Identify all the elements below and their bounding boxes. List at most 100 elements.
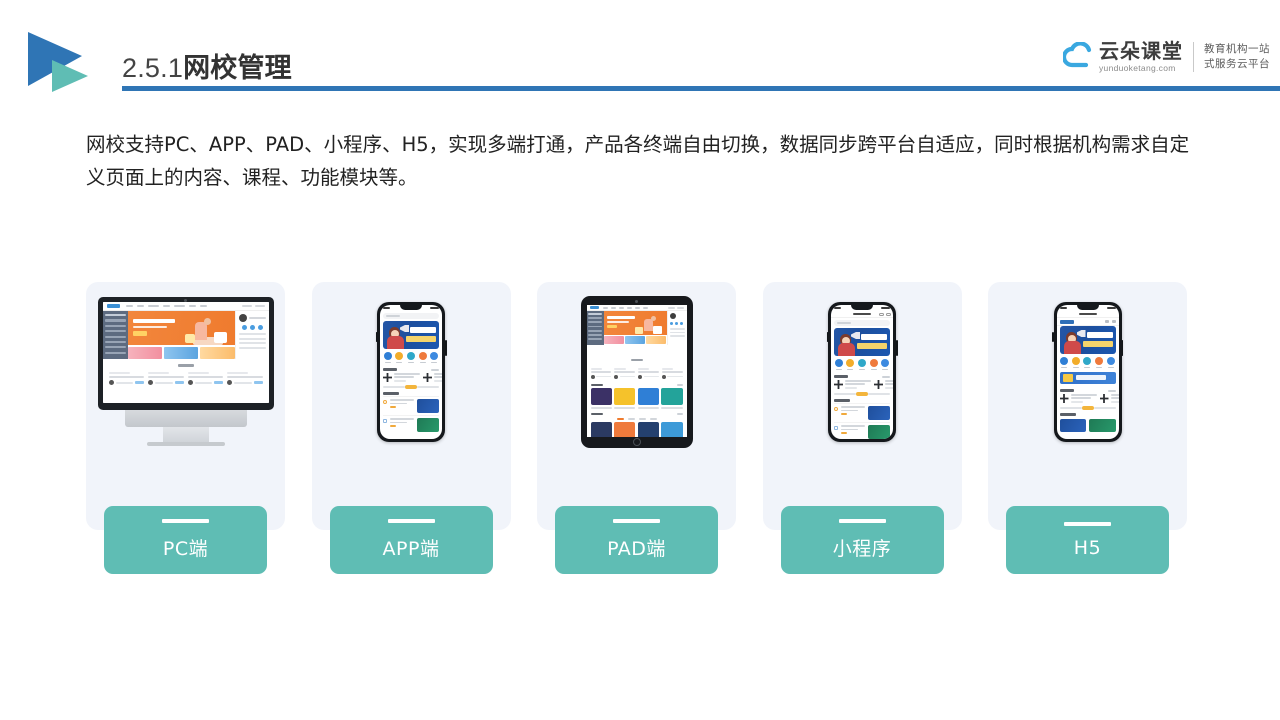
course-card xyxy=(1089,419,1116,433)
device-phone-preview xyxy=(763,282,962,462)
brand-tagline-line2: 式服务云平台 xyxy=(1204,58,1270,70)
imac-chin xyxy=(124,410,247,427)
phone-screen xyxy=(380,305,442,439)
quick-entry-icon xyxy=(869,359,878,370)
site-logo-icon xyxy=(106,304,120,308)
site-header-actions xyxy=(241,304,265,308)
gift-icon xyxy=(1062,374,1073,382)
banner-title-line2 xyxy=(1082,341,1113,347)
quick-entry-icon xyxy=(1095,357,1104,368)
quick-entry-icon-row xyxy=(831,356,893,372)
browser-page-title xyxy=(1078,312,1097,316)
course-item xyxy=(227,372,263,385)
platform-card-pad[interactable]: PAD端 xyxy=(537,282,736,574)
site-header-actions xyxy=(667,306,684,309)
site-main xyxy=(127,311,235,359)
imac-bezel xyxy=(97,297,274,410)
brand-name: 云朵课堂 xyxy=(1099,39,1183,64)
tablet-body xyxy=(580,296,693,448)
grid-tab[interactable] xyxy=(616,417,624,420)
banner-title-line1 xyxy=(1086,332,1113,338)
user-icon[interactable] xyxy=(1111,320,1116,323)
platform-card-h5[interactable]: H5 xyxy=(988,282,1187,574)
platform-card-miniprogram[interactable]: 小程序 xyxy=(762,282,962,574)
miniprogram-title xyxy=(853,312,871,316)
grid-tab[interactable] xyxy=(627,417,635,420)
item-marker-icon xyxy=(383,419,387,424)
course-card xyxy=(661,421,683,437)
imac-base xyxy=(146,442,225,446)
card-label-miniprogram[interactable]: 小程序 xyxy=(780,506,944,574)
item-thumbnail xyxy=(868,425,890,439)
promo-strip-banner xyxy=(1059,372,1116,384)
quick-entry-icon xyxy=(383,352,392,363)
miniprogram-title-bar xyxy=(831,311,893,318)
banner-title-line2 xyxy=(857,343,887,349)
brand-words: 云朵课堂 yunduoketang.com xyxy=(1099,41,1183,73)
course-thumb-icon xyxy=(1099,394,1109,403)
course-item xyxy=(1059,394,1097,404)
course-card xyxy=(614,387,636,409)
card-label-pad[interactable]: PAD端 xyxy=(555,506,718,574)
list-item xyxy=(834,403,890,422)
promo-banner-row xyxy=(127,345,235,359)
section-header xyxy=(380,365,442,373)
item-thumbnail xyxy=(417,418,439,433)
price-badge xyxy=(405,385,417,390)
sidebar-item xyxy=(104,330,126,333)
phone-body xyxy=(828,302,896,442)
miniprogram-capsule-buttons[interactable] xyxy=(879,312,891,316)
course-row xyxy=(103,370,269,385)
site-body xyxy=(102,311,269,359)
quick-entry-icon xyxy=(1071,357,1080,368)
search-bar xyxy=(383,313,439,319)
promo-banner xyxy=(127,346,163,359)
course-thumb-icon xyxy=(834,380,843,389)
course-thumb-icon xyxy=(383,373,392,382)
imac-stand xyxy=(162,427,209,443)
app-bar-action-icon[interactable] xyxy=(1104,320,1109,323)
platform-card-app[interactable]: APP端 xyxy=(311,282,511,574)
quick-action-icon xyxy=(241,325,247,330)
platform-card-pc[interactable]: PC端 xyxy=(86,282,285,574)
smartphone-device-icon xyxy=(826,302,898,442)
promo-banner-row xyxy=(603,336,667,345)
aside-user-row xyxy=(238,314,266,322)
list-item xyxy=(383,415,439,434)
status-bar xyxy=(380,305,442,311)
browser-title-bar xyxy=(1056,311,1119,318)
phone-power-button xyxy=(896,340,898,356)
section-heading xyxy=(587,345,687,368)
app-hero-banner xyxy=(834,328,890,356)
course-item xyxy=(834,380,871,390)
sidebar-item xyxy=(104,324,126,327)
price-badge xyxy=(856,392,868,397)
section-heading xyxy=(103,359,269,370)
app-top-bar xyxy=(1056,318,1119,326)
device-phone-preview xyxy=(312,282,511,462)
search-bar[interactable] xyxy=(834,320,890,326)
sidebar-item xyxy=(104,314,126,317)
promo-banner xyxy=(163,346,199,359)
card-label-app[interactable]: APP端 xyxy=(329,506,493,574)
sidebar-item xyxy=(104,319,126,322)
site-nav xyxy=(125,304,242,308)
card-label-text: PC端 xyxy=(162,538,209,560)
nav-item xyxy=(147,304,159,308)
card-label-pc[interactable]: PC端 xyxy=(104,506,267,574)
grid-tab[interactable] xyxy=(649,417,657,420)
hero-banner xyxy=(127,311,235,345)
promo-text xyxy=(1075,375,1106,380)
item-thumbnail xyxy=(417,399,439,414)
phone-body xyxy=(377,302,445,442)
item-marker-icon xyxy=(834,426,838,431)
course-card xyxy=(637,387,659,409)
brand-tagline-line1: 教育机构一站 xyxy=(1204,42,1270,55)
promo-banner xyxy=(624,336,646,345)
site-logo-icon xyxy=(589,306,599,309)
grid-tab[interactable] xyxy=(638,417,646,420)
brand-divider xyxy=(1193,42,1194,72)
card-label-h5[interactable]: H5 xyxy=(1006,506,1169,574)
sidebar-item xyxy=(104,351,126,354)
site-sidebar xyxy=(102,311,128,359)
